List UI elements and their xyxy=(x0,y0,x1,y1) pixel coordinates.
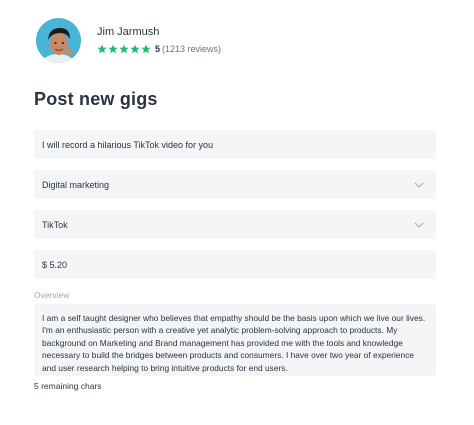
star-icon xyxy=(97,44,107,54)
rating-row: 5 (1213 reviews) xyxy=(97,43,221,55)
star-icon xyxy=(108,44,118,54)
rating-value: 5 xyxy=(155,44,161,54)
chevron-down-icon xyxy=(414,182,424,188)
profile-info: Jim Jarmush 5 (1213 reviews) xyxy=(97,25,221,55)
star-icon xyxy=(119,44,129,54)
category-value: Digital marketing xyxy=(42,179,110,190)
overview-label: Overview xyxy=(34,290,70,300)
star-icon xyxy=(130,44,140,54)
page-title: Post new gigs xyxy=(34,89,158,109)
platform-value: TikTok xyxy=(42,219,68,230)
gig-title-input[interactable]: I will record a hilarious TikTok video f… xyxy=(34,130,436,159)
profile-name[interactable]: Jim Jarmush xyxy=(97,25,221,39)
price-input[interactable]: $ 5.20 xyxy=(34,250,436,279)
gig-title-value: I will record a hilarious TikTok video f… xyxy=(42,139,214,150)
category-select[interactable]: Digital marketing xyxy=(34,170,436,199)
remaining-chars: 5 remaining chars xyxy=(34,381,102,391)
star-icon xyxy=(141,44,151,54)
price-value: $ 5.20 xyxy=(42,259,68,270)
chevron-down-icon xyxy=(414,222,424,228)
overview-textarea[interactable]: I am a self taught designer who believes… xyxy=(34,304,436,376)
platform-select[interactable]: TikTok xyxy=(34,210,436,239)
avatar[interactable] xyxy=(36,17,81,63)
rating-stars xyxy=(97,44,151,54)
profile-header: Jim Jarmush 5 (1213 reviews) xyxy=(36,17,221,63)
rating-count: (1213 reviews) xyxy=(162,44,222,54)
